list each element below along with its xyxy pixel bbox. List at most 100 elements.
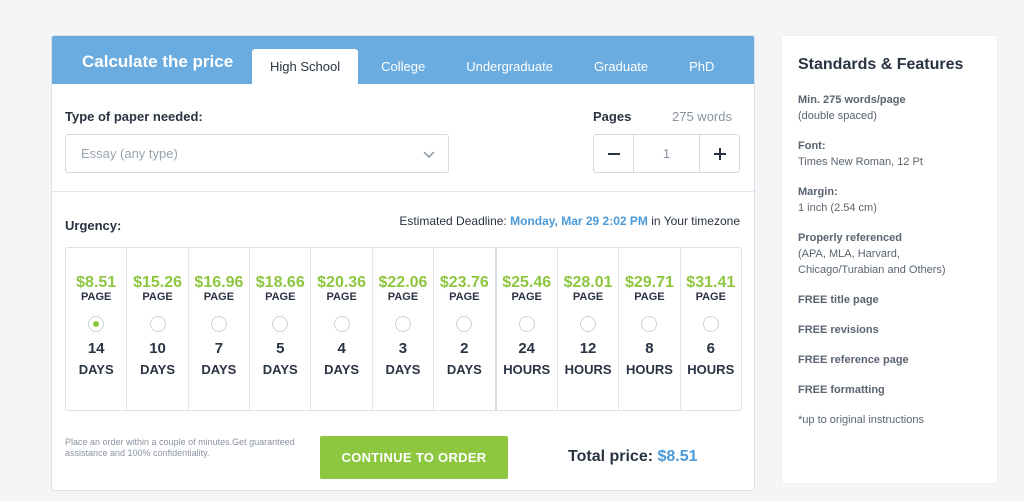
urgency-unit: DAYS	[78, 362, 114, 377]
urgency-amount: 24	[518, 340, 536, 357]
feature-heading: Margin:	[798, 186, 838, 198]
urgency-option-10-days[interactable]: $15.26 PAGE 10 DAYS	[127, 248, 189, 410]
features-title: Standards & Features	[798, 56, 964, 73]
per-page-label: PAGE	[695, 291, 726, 303]
pages-stepper: 1	[593, 134, 740, 173]
urgency-radio[interactable]	[88, 316, 105, 332]
calculator-header: Calculate the price High School College …	[52, 36, 754, 84]
calculator-title: Calculate the price	[82, 52, 234, 71]
urgency-unit: DAYS	[201, 362, 237, 377]
decrease-pages-button[interactable]	[594, 135, 634, 172]
increase-pages-button[interactable]	[699, 135, 739, 172]
feature-heading: Properly referenced	[798, 232, 902, 244]
urgency-radio[interactable]	[456, 316, 473, 332]
urgency-amount: 2	[460, 340, 469, 357]
per-page-label: PAGE	[203, 291, 235, 303]
tab-high-school[interactable]: High School	[252, 49, 359, 84]
urgency-radio[interactable]	[641, 316, 658, 332]
urgency-radio[interactable]	[394, 316, 411, 332]
feature-detail: 1 inch (2.54 cm)	[798, 202, 877, 214]
urgency-amount: 4	[337, 340, 346, 357]
urgency-option-12-hours[interactable]: $28.01 PAGE 12 HOURS	[558, 248, 620, 410]
feature-item: FREE reference page	[798, 352, 988, 368]
urgency-unit: DAYS	[446, 362, 482, 377]
feature-heading: FREE title page	[798, 294, 879, 306]
urgency-option-5-days[interactable]: $18.66 PAGE 5 DAYS	[250, 248, 312, 410]
urgency-options: $8.51 PAGE 14 DAYS $15.26 PAGE 10 DAYS $16.96 PAG…	[65, 247, 742, 411]
urgency-radio[interactable]	[272, 316, 289, 332]
per-page-label: PAGE	[511, 291, 542, 303]
urgency-unit: HOURS	[625, 362, 673, 377]
urgency-price: $16.96	[194, 274, 244, 291]
urgency-amount: 3	[398, 340, 408, 357]
per-page-label: PAGE	[81, 291, 112, 303]
per-page-label: PAGE	[634, 291, 665, 303]
tab-phd[interactable]: PhD	[671, 49, 732, 84]
feature-heading: FREE reference page	[798, 354, 909, 366]
continue-to-order-button[interactable]: CONTINUE TO ORDER	[320, 436, 508, 479]
urgency-radio[interactable]	[149, 316, 166, 332]
feature-item: Margin: 1 inch (2.54 cm)	[798, 184, 988, 216]
urgency-amount: 5	[276, 340, 285, 357]
per-page-label: PAGE	[326, 291, 357, 303]
urgency-option-3-days[interactable]: $22.06 PAGE 3 DAYS	[373, 248, 435, 410]
feature-item: FREE revisions	[798, 322, 988, 338]
urgency-amount: 8	[645, 340, 654, 357]
per-page-label: PAGE	[142, 291, 173, 303]
feature-heading: Font:	[798, 140, 826, 152]
feature-item: FREE title page	[798, 292, 988, 308]
urgency-option-7-days[interactable]: $16.96 PAGE 7 DAYS	[189, 248, 251, 410]
paper-type-label: Type of paper needed:	[65, 109, 203, 124]
urgency-option-8-hours[interactable]: $29.71 PAGE 8 HOURS	[619, 248, 681, 410]
paper-type-select[interactable]: Essay (any type)	[65, 134, 449, 173]
deadline-suffix: in Your timezone	[651, 214, 740, 228]
urgency-unit: DAYS	[140, 362, 175, 377]
per-page-label: PAGE	[387, 291, 419, 303]
minus-icon	[607, 152, 620, 155]
urgency-unit: HOURS	[687, 362, 735, 377]
urgency-radio[interactable]	[702, 316, 719, 332]
urgency-price: $20.36	[317, 274, 367, 291]
urgency-radio[interactable]	[580, 316, 597, 332]
total-label: Total price:	[568, 448, 654, 465]
total-value: $8.51	[657, 448, 698, 465]
urgency-option-6-hours[interactable]: $31.41 PAGE 6 HOURS	[681, 248, 741, 410]
estimated-deadline: Estimated Deadline: Monday, Mar 29 2:02 …	[399, 214, 740, 228]
urgency-price: $25.46	[502, 274, 552, 291]
section-divider	[52, 191, 754, 192]
feature-footnote: *up to original instructions	[798, 414, 924, 426]
total-price: Total price: $8.51	[568, 448, 698, 466]
feature-heading: FREE formatting	[798, 384, 885, 396]
feature-detail: Times New Roman, 12 Pt	[798, 156, 923, 168]
academic-level-tabs: High School College Undergraduate Gradua…	[252, 49, 737, 84]
urgency-price: $18.66	[255, 274, 305, 291]
chevron-down-icon	[422, 147, 436, 166]
urgency-option-24-hours[interactable]: $25.46 PAGE 24 HOURS	[497, 248, 558, 410]
words-count: 275 words	[672, 109, 732, 124]
urgency-option-14-days[interactable]: $8.51 PAGE 14 DAYS	[66, 248, 128, 410]
feature-item: Font: Times New Roman, 12 Pt	[798, 138, 988, 170]
urgency-option-4-days[interactable]: $20.36 PAGE 4 DAYS	[311, 248, 373, 410]
urgency-option-2-days[interactable]: $23.76 PAGE 2 DAYS	[434, 248, 497, 410]
urgency-radio[interactable]	[518, 316, 535, 332]
feature-heading: FREE revisions	[798, 324, 879, 336]
urgency-amount: 6	[706, 340, 715, 357]
urgency-radio[interactable]	[210, 316, 227, 332]
urgency-amount: 7	[214, 340, 224, 357]
urgency-radio[interactable]	[333, 316, 350, 332]
feature-heading: Min. 275 words/page	[798, 94, 906, 106]
tab-graduate[interactable]: Graduate	[576, 49, 666, 84]
deadline-date: Monday, Mar 29 2:02 PM	[510, 214, 648, 228]
feature-item: Properly referenced (APA, MLA, Harvard, …	[798, 230, 988, 278]
tab-undergraduate[interactable]: Undergraduate	[448, 49, 571, 84]
tab-college[interactable]: College	[363, 49, 443, 84]
urgency-price: $15.26	[133, 274, 182, 291]
per-page-label: PAGE	[265, 291, 296, 303]
urgency-price: $29.71	[624, 274, 674, 291]
urgency-amount: 12	[579, 340, 597, 357]
price-calculator: Calculate the price High School College …	[51, 35, 755, 491]
pages-input[interactable]: 1	[634, 135, 699, 172]
urgency-amount: 10	[149, 340, 166, 357]
standards-features-card: Standards & Features Min. 275 words/page…	[781, 35, 998, 484]
urgency-unit: HOURS	[564, 362, 612, 377]
